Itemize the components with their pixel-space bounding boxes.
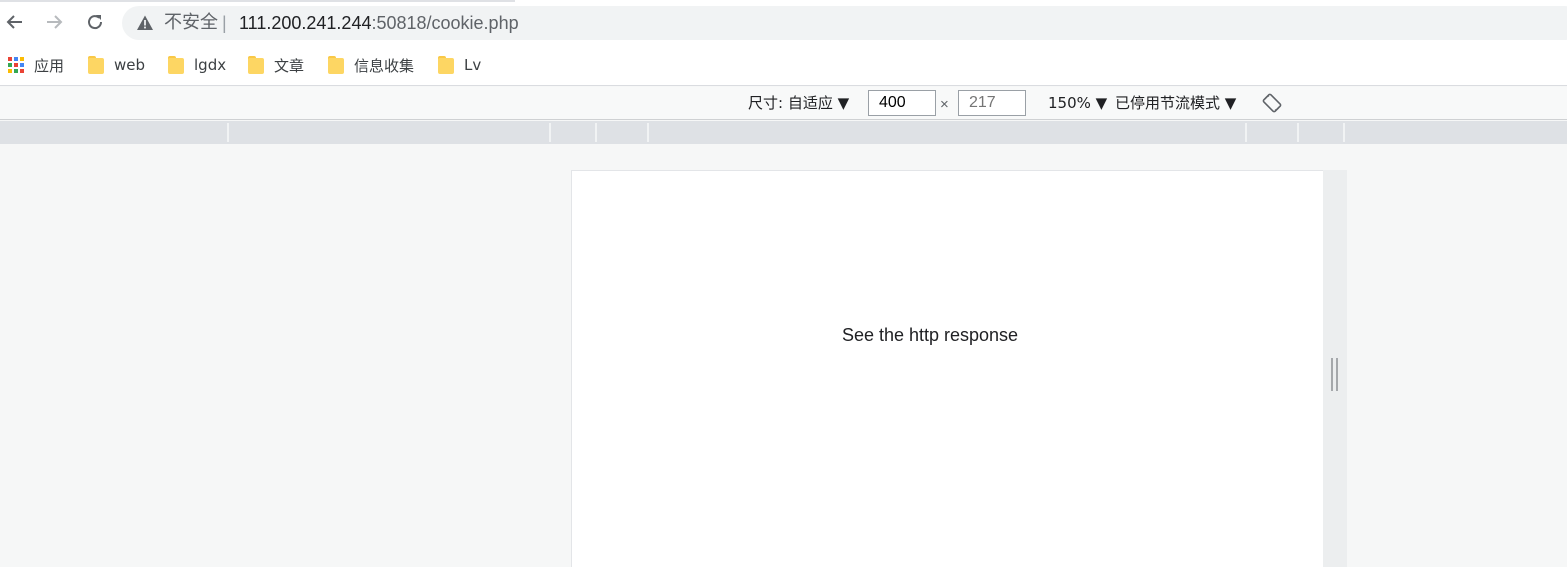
rotate-icon[interactable] <box>1262 93 1282 113</box>
folder-icon <box>438 56 454 74</box>
url-text[interactable]: 111.200.241.244:50818/cookie.php <box>239 12 519 34</box>
zoom-dropdown[interactable]: 150% ▼ <box>1048 94 1107 112</box>
bookmark-lv[interactable]: Lv <box>438 54 481 76</box>
bookmark-label: 应用 <box>34 56 65 75</box>
bookmark-label: 文章 <box>274 56 305 75</box>
folder-icon <box>88 56 104 74</box>
page-message: See the http response <box>841 325 1019 345</box>
arrow-left-icon <box>6 15 22 29</box>
viewport-height-input[interactable] <box>958 90 1026 116</box>
emulated-viewport: See the http response <box>571 170 1323 567</box>
throttle-dropdown[interactable]: 已停用节流模式 ▼ <box>1115 94 1236 112</box>
forward-button[interactable] <box>40 8 68 36</box>
media-query-ruler <box>0 121 1567 144</box>
bookmark-web[interactable]: web <box>88 54 145 76</box>
security-status-label[interactable]: 不安全 <box>164 12 218 34</box>
url-separator: | <box>222 13 227 33</box>
device-toolbar: 尺寸: 自适应 ▼ × 150% ▼ 已停用节流模式 ▼ <box>0 87 1567 120</box>
ruler-tick[interactable] <box>1245 123 1247 142</box>
bookmark-lgdx[interactable]: lgdx <box>168 54 226 76</box>
folder-icon <box>328 56 344 74</box>
device-size-dropdown[interactable]: 尺寸: 自适应 ▼ <box>748 94 849 112</box>
folder-icon <box>168 56 184 74</box>
bookmark-label: 信息收集 <box>354 56 415 75</box>
bookmark-apps[interactable]: 应用 <box>8 54 64 76</box>
bookmark-label: lgdx <box>194 56 227 74</box>
ruler-tick[interactable] <box>227 123 229 142</box>
dimension-separator: × <box>940 96 949 113</box>
url-host: 111.200.241.244 <box>239 13 372 33</box>
bookmark-info-gathering[interactable]: 信息收集 <box>328 54 414 76</box>
apps-grid-icon <box>8 57 24 73</box>
arrow-right-icon <box>47 15 63 29</box>
warning-icon[interactable] <box>136 14 154 32</box>
address-bar[interactable]: 不安全 | 111.200.241.244:50818/cookie.php <box>122 6 1567 40</box>
bookmarks-bar: 应用 web lgdx 文章 信息收集 Lv <box>0 44 1567 86</box>
ruler-tick[interactable] <box>647 123 649 142</box>
ruler-tick[interactable] <box>549 123 551 142</box>
resize-handle[interactable] <box>1331 358 1339 391</box>
viewport-width-input[interactable] <box>868 90 936 116</box>
ruler-tick[interactable] <box>1297 123 1299 142</box>
browser-navbar: 不安全 | 111.200.241.244:50818/cookie.php <box>0 0 1567 44</box>
url-path: :50818/cookie.php <box>371 13 519 33</box>
reload-icon <box>88 15 103 30</box>
ruler-tick[interactable] <box>595 123 597 142</box>
back-button[interactable] <box>1 8 29 36</box>
viewport-resize-rail <box>1323 170 1347 567</box>
bookmark-label: web <box>114 56 146 74</box>
bookmark-articles[interactable]: 文章 <box>248 54 304 76</box>
bookmark-label: Lv <box>464 56 482 74</box>
folder-icon <box>248 56 264 74</box>
active-tab-gap <box>515 0 795 2</box>
ruler-tick[interactable] <box>1343 123 1345 142</box>
reload-button[interactable] <box>81 8 109 36</box>
